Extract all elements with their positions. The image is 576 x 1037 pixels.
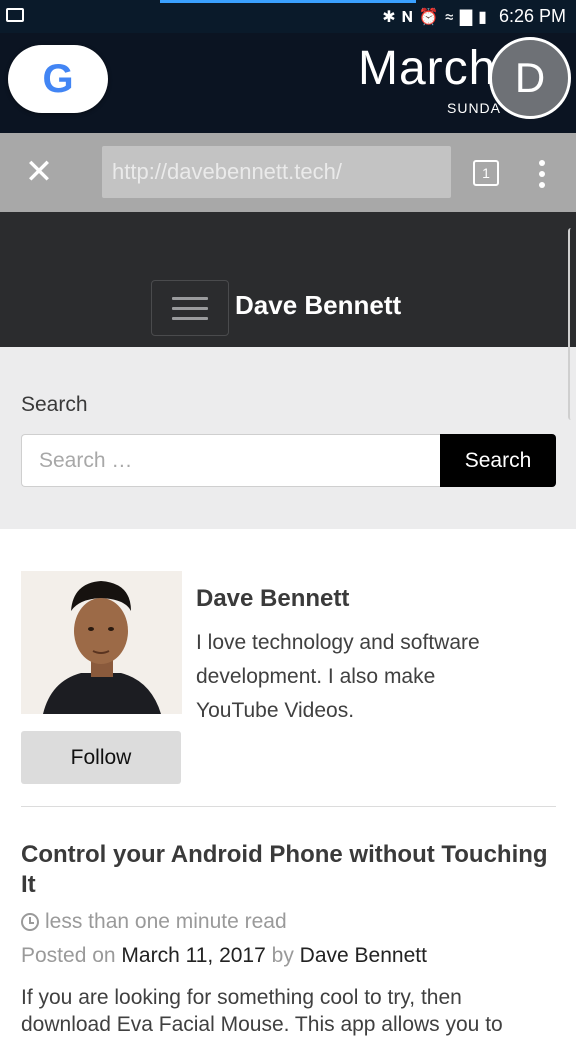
post-date-link[interactable]: March 11, 2017: [121, 944, 265, 967]
wifi-icon: ≈: [444, 7, 454, 26]
search-input[interactable]: Search …: [21, 434, 440, 487]
search-widget: Search Search … Search: [0, 347, 576, 529]
close-icon[interactable]: ✕: [22, 155, 56, 189]
google-logo-icon: G: [42, 57, 74, 101]
by-label: by: [271, 944, 294, 967]
posted-on-label: Posted on: [21, 944, 116, 967]
tabs-count-button[interactable]: 1: [473, 160, 499, 186]
gallery-icon: [6, 8, 24, 22]
read-time-text: less than one minute read: [45, 910, 287, 933]
post-excerpt-line-2: download Eva Facial Mouse. This app allo…: [21, 1013, 503, 1036]
signal-icon: ▇: [459, 7, 473, 26]
search-label: Search: [21, 393, 88, 416]
profile-name: Dave Bennett: [196, 585, 350, 612]
home-screen-header: G March SUNDA D: [0, 33, 576, 133]
hamburger-menu-button[interactable]: [151, 280, 229, 336]
post-excerpt-line-1: If you are looking for something cool to…: [21, 986, 462, 1009]
clock-icon: [21, 913, 39, 931]
follow-button[interactable]: Follow: [21, 731, 181, 784]
status-bar: ✱ N ⏰ ≈ ▇ ▮ 6:26 PM: [0, 0, 576, 33]
avatar[interactable]: D: [489, 37, 571, 119]
profile-photo: [21, 571, 182, 714]
site-title[interactable]: Dave Bennett: [235, 290, 401, 321]
url-bar[interactable]: http://davebennett.tech/: [102, 146, 451, 198]
site-header: Dave Bennett: [0, 212, 576, 347]
post-author-link[interactable]: Dave Bennett: [300, 944, 427, 967]
date-month: March: [358, 42, 497, 95]
post-title[interactable]: Control your Android Phone without Touch…: [21, 840, 551, 900]
browser-toolbar: ✕ http://davebennett.tech/ 1: [0, 133, 576, 212]
battery-icon: ▮: [478, 7, 487, 26]
divider: [21, 806, 556, 807]
date-day: SUNDA: [447, 100, 502, 116]
alarm-icon: ⏰: [418, 7, 439, 26]
status-icons: ✱ N ⏰ ≈ ▇ ▮ 6:26 PM: [382, 6, 566, 27]
post-meta: Posted on March 11, 2017 by Dave Bennett: [21, 944, 427, 968]
nfc-icon: N: [401, 7, 413, 26]
search-button[interactable]: Search: [440, 434, 556, 487]
google-search-button[interactable]: G: [8, 45, 108, 113]
profile-bio: I love technology and software developme…: [196, 631, 480, 722]
bluetooth-icon: ✱: [382, 7, 396, 26]
scrollbar[interactable]: [568, 228, 576, 420]
status-time: 6:26 PM: [498, 6, 566, 26]
read-time: less than one minute read: [21, 910, 287, 934]
more-menu-icon[interactable]: [536, 160, 548, 188]
status-accent-line: [160, 0, 416, 3]
